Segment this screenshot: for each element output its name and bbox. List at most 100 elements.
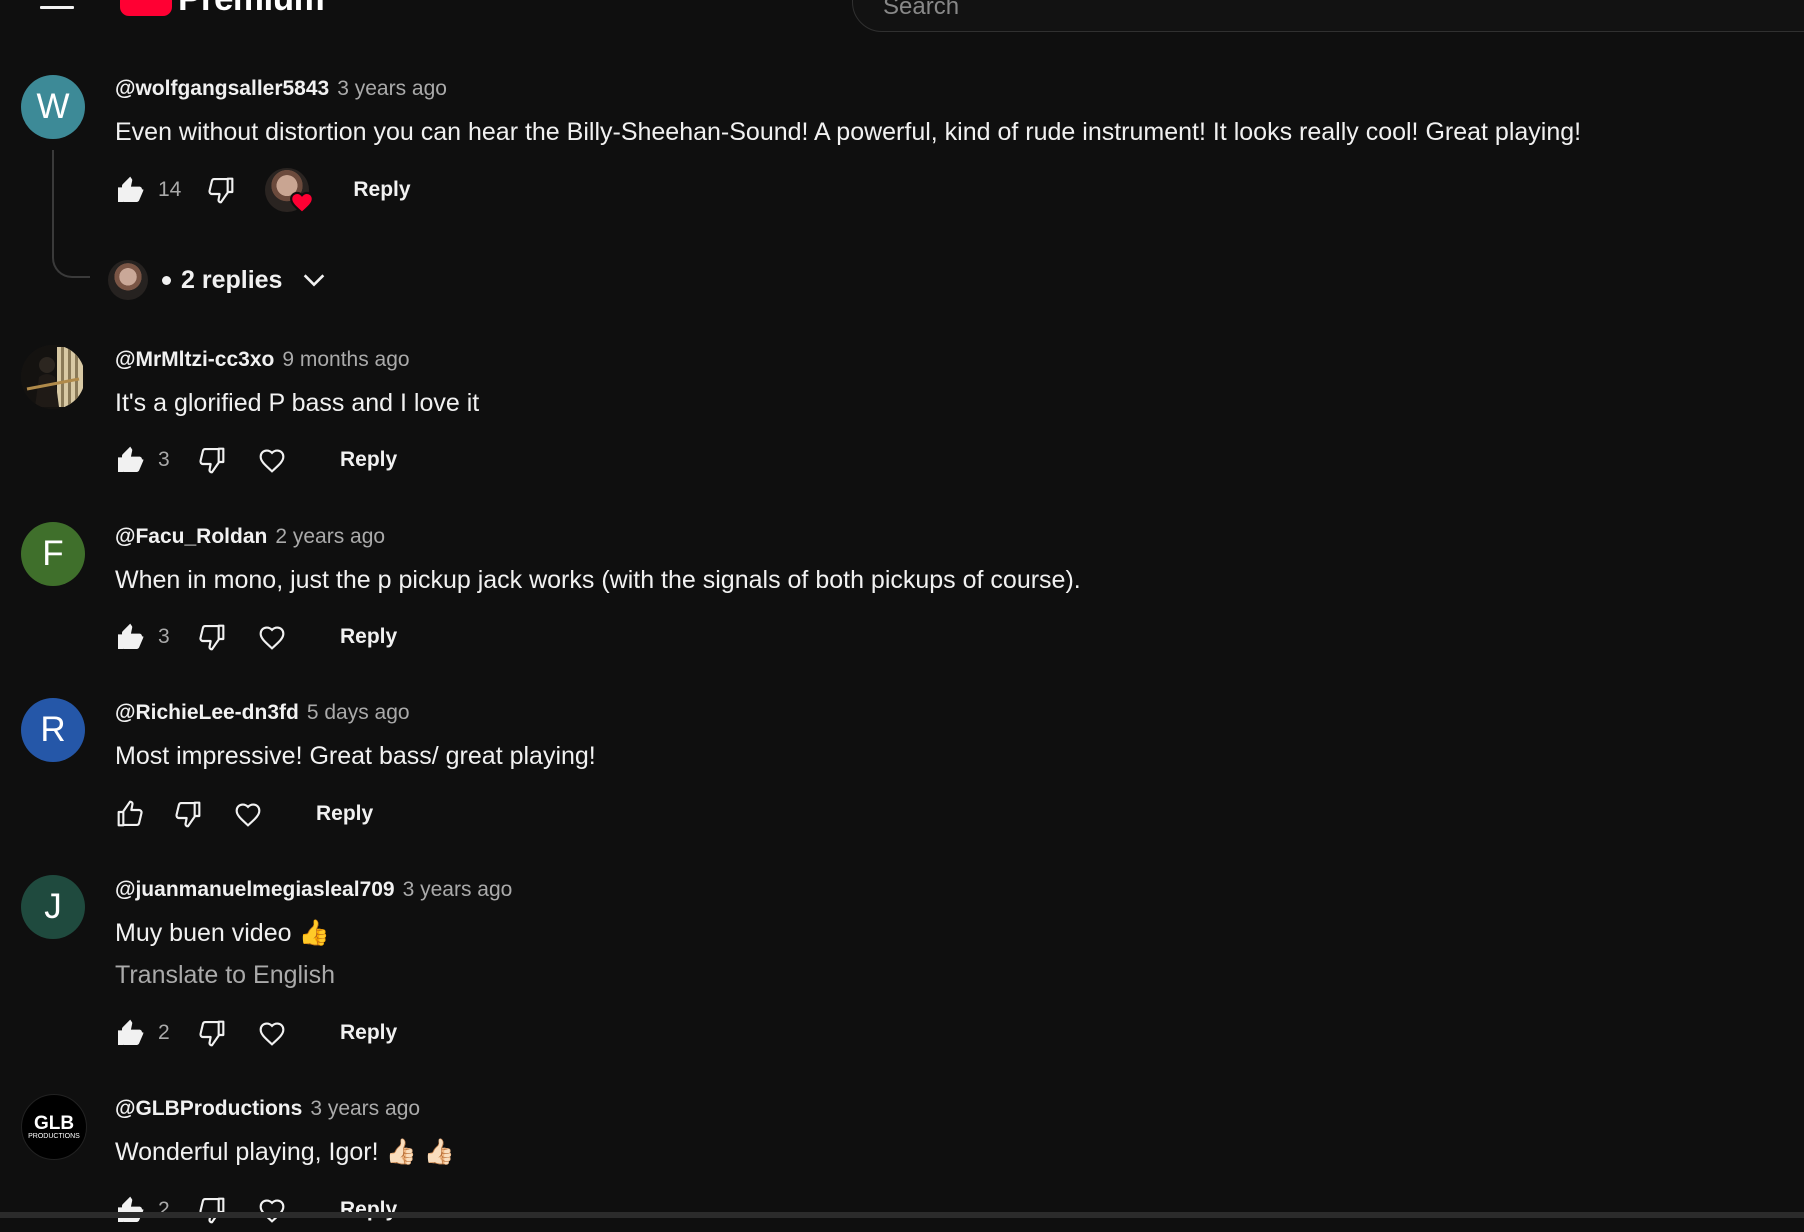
heart-icon xyxy=(256,1017,288,1049)
comment-header: @Facu_Roldan 2 years ago xyxy=(115,525,385,553)
comment-header: @MrMltzi-cc3xo 9 months ago xyxy=(115,348,410,376)
comment-actions: 14 Reply xyxy=(112,168,411,214)
comment-header: @wolfgangsaller5843 3 years ago xyxy=(115,77,447,105)
like-button[interactable] xyxy=(112,1015,148,1051)
like-filled-icon xyxy=(114,444,146,476)
dislike-icon xyxy=(205,174,237,206)
avatar-letter: J xyxy=(44,887,62,926)
comment-actions: Reply xyxy=(112,792,373,836)
replies-count: 2 replies xyxy=(181,265,283,294)
like-count: 2 xyxy=(158,1021,170,1044)
bullet-dot xyxy=(162,275,171,285)
comment-author[interactable]: @wolfgangsaller5843 xyxy=(115,77,329,101)
avatar-logo-subtext: PRODUCTIONS xyxy=(28,1132,80,1140)
comment-author[interactable]: @GLBProductions xyxy=(115,1097,302,1121)
dislike-button[interactable] xyxy=(203,172,239,208)
search-input[interactable]: Search xyxy=(852,0,1804,32)
comment-time[interactable]: 9 months ago xyxy=(282,348,409,372)
dislike-icon xyxy=(172,798,204,830)
avatar[interactable]: GLB PRODUCTIONS xyxy=(21,1094,87,1160)
comment-header: @RichieLee-dn3fd 5 days ago xyxy=(115,701,410,729)
dislike-button[interactable] xyxy=(194,619,230,655)
guitarist-avatar-image xyxy=(21,345,85,409)
comment-text: When in mono, just the p pickup jack wor… xyxy=(115,566,1081,594)
avatar[interactable]: J xyxy=(21,875,85,939)
creator-heart-badge[interactable] xyxy=(265,168,315,214)
avatar[interactable]: R xyxy=(21,698,85,762)
menu-icon[interactable] xyxy=(40,0,74,12)
heart-filled-icon xyxy=(290,191,315,214)
avatar[interactable]: F xyxy=(21,522,85,586)
heart-icon xyxy=(232,798,264,830)
like-outline-icon xyxy=(114,798,146,830)
like-count: 3 xyxy=(158,448,170,471)
heart-button[interactable] xyxy=(254,1192,290,1228)
youtube-logo-icon xyxy=(120,0,172,16)
comment-time[interactable]: 5 days ago xyxy=(307,701,410,725)
avatar-letter: F xyxy=(42,534,64,573)
like-button[interactable] xyxy=(112,442,148,478)
comment-actions: 2 Reply xyxy=(112,1188,397,1232)
reply-button[interactable]: Reply xyxy=(340,1198,397,1222)
reply-button[interactable]: Reply xyxy=(340,625,397,649)
search-placeholder: Search xyxy=(883,0,960,20)
like-filled-icon xyxy=(114,1194,146,1226)
comment-text: Muy buen video 👍 xyxy=(115,919,330,947)
like-button[interactable] xyxy=(112,1192,148,1228)
heart-icon xyxy=(256,621,288,653)
like-count: 3 xyxy=(158,625,170,648)
comment-text: Most impressive! Great bass/ great playi… xyxy=(115,742,596,770)
top-bar: Premium Search xyxy=(0,0,1804,34)
comment-header: @GLBProductions 3 years ago xyxy=(115,1097,420,1125)
reply-button[interactable]: Reply xyxy=(316,802,373,826)
comment-header: @juanmanuelmegiasleal709 3 years ago xyxy=(115,878,512,906)
comment-text: Even without distortion you can hear the… xyxy=(115,118,1582,146)
heart-button[interactable] xyxy=(254,1015,290,1051)
translate-link[interactable]: Translate to English xyxy=(115,961,335,990)
avatar-logo-text: GLB xyxy=(33,1112,75,1134)
dislike-button[interactable] xyxy=(194,1192,230,1228)
dislike-icon xyxy=(196,444,228,476)
comment-time[interactable]: 2 years ago xyxy=(275,525,385,549)
heart-icon xyxy=(256,444,288,476)
heart-button[interactable] xyxy=(230,796,266,832)
view-replies-button[interactable]: 2 replies xyxy=(108,258,330,302)
like-count: 14 xyxy=(158,178,182,201)
like-button[interactable] xyxy=(112,172,148,208)
comment-time[interactable]: 3 years ago xyxy=(310,1097,420,1121)
dislike-button[interactable] xyxy=(170,796,206,832)
dislike-icon xyxy=(196,621,228,653)
like-count: 2 xyxy=(158,1198,170,1221)
comment-time[interactable]: 3 years ago xyxy=(403,878,513,902)
comment-text: Wonderful playing, Igor! 👍🏻 👍🏻 xyxy=(115,1138,455,1166)
logo-text: Premium xyxy=(178,0,325,16)
comment-actions: 3 Reply xyxy=(112,438,397,482)
comment-author[interactable]: @RichieLee-dn3fd xyxy=(115,701,299,725)
like-filled-icon xyxy=(114,621,146,653)
comment-time[interactable]: 3 years ago xyxy=(337,77,447,101)
comment-author[interactable]: @MrMltzi-cc3xo xyxy=(115,348,274,372)
youtube-premium-logo[interactable]: Premium xyxy=(120,0,325,16)
heart-button[interactable] xyxy=(254,619,290,655)
dislike-button[interactable] xyxy=(194,1015,230,1051)
reply-button[interactable]: Reply xyxy=(340,448,397,472)
like-button[interactable] xyxy=(112,796,148,832)
avatar[interactable]: W xyxy=(21,75,85,139)
avatar-letter: R xyxy=(40,710,66,749)
like-button[interactable] xyxy=(112,619,148,655)
comment-author[interactable]: @juanmanuelmegiasleal709 xyxy=(115,878,395,902)
reply-button[interactable]: Reply xyxy=(353,178,410,202)
comment-text: It's a glorified P bass and I love it xyxy=(115,389,480,417)
window-bottom-edge xyxy=(0,1212,1804,1218)
avatar-letter: W xyxy=(36,87,70,126)
thread-connector xyxy=(52,150,90,278)
like-filled-icon xyxy=(114,174,146,206)
dislike-button[interactable] xyxy=(194,442,230,478)
reply-button[interactable]: Reply xyxy=(340,1021,397,1045)
dislike-icon xyxy=(196,1017,228,1049)
comment-actions: 3 Reply xyxy=(112,615,397,659)
comment-actions: 2 Reply xyxy=(112,1011,397,1055)
avatar[interactable] xyxy=(21,345,85,409)
comment-author[interactable]: @Facu_Roldan xyxy=(115,525,267,549)
heart-button[interactable] xyxy=(254,442,290,478)
